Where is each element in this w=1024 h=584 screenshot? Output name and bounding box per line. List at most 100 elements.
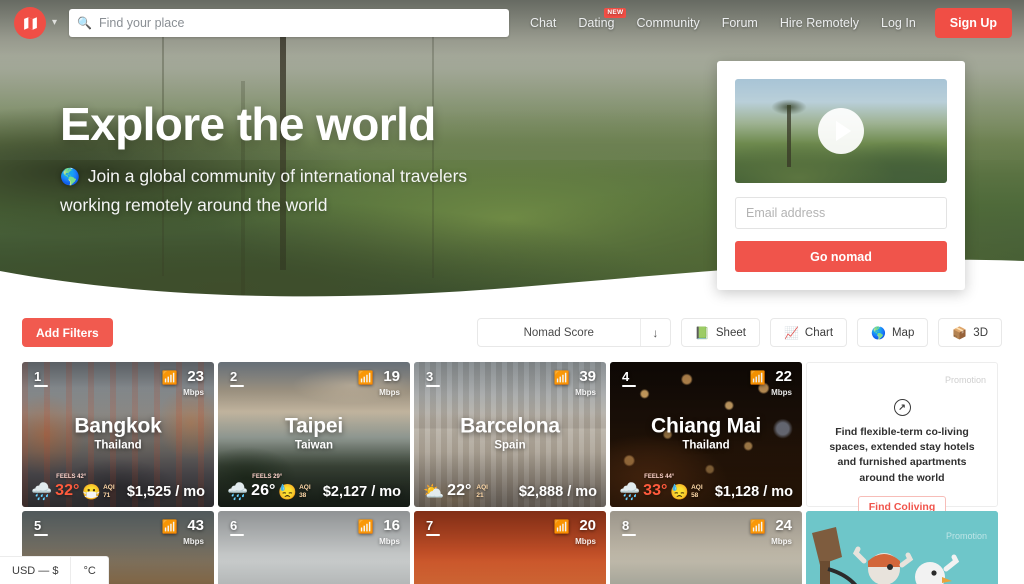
temperature-unit-selector[interactable]: °C [71,557,107,584]
aqi-value: 58 [691,491,699,499]
card-footer: 🌧️ FEELS 29° 26° 😓 AQI 38 $2,127 / mo [227,474,401,500]
view-button-label: Sheet [715,326,746,339]
nav-link-label: Log In [881,16,916,30]
card-internet-speed: 📶 16 Mbps [358,517,400,546]
nav-link-dating[interactable]: Dating NEW [567,8,627,36]
air-quality-group: 😓 AQI 58 [670,484,702,500]
speed-value: 39 [579,368,596,385]
nav-link-forum[interactable]: Forum [711,10,769,36]
card-internet-speed: 📶 19 Mbps [358,368,400,397]
temperature-group: FEELS 29° 26° [251,474,282,500]
city-card-bangkok[interactable]: 1 📶 23 Mbps Bangkok Thailand 🌧️ FEELS 42… [22,362,214,507]
nomadlist-logo-icon[interactable] [14,7,46,39]
card-internet-speed: 📶 23 Mbps [162,368,204,397]
air-quality-group: AQI 21 [474,484,488,500]
city-country: Thailand [94,438,142,451]
promotion-label: Promotion [945,531,987,541]
video-thumbnail[interactable] [735,79,947,183]
currency-selector[interactable]: USD — $ [0,557,70,584]
nav-link-hire-remotely[interactable]: Hire Remotely [769,10,870,36]
aqi-label: AQI [476,484,488,492]
feels-like-label: FEELS 29° [252,474,283,480]
view-button-label: Map [891,326,915,339]
view-sheet-button[interactable]: 📗 Sheet [680,318,760,347]
temperature-group: FEELS 42° 32° [55,474,86,500]
cost-of-living: $2,888 / mo [518,484,597,500]
city-card-chiang-mai[interactable]: 4 📶 22 Mbps Chiang Mai Thailand 🌧️ FEELS… [610,362,802,507]
city-card-barcelona[interactable]: 3 📶 39 Mbps Barcelona Spain ⛅ 22° AQI 21… [414,362,606,507]
nomadlist-page: ▾ 🔍 Chat Dating NEW Community Forum Hire… [0,0,1024,584]
weather-icon: 🌧️ [619,482,641,501]
city-card-taipei[interactable]: 2 📶 19 Mbps Taipei Taiwan 🌧️ FEELS 29° 2… [218,362,410,507]
chevron-down-icon[interactable]: ▾ [52,18,57,28]
city-country: Thailand [682,438,730,451]
card-city-block: Barcelona Spain [414,414,606,451]
play-icon[interactable] [818,108,864,154]
promotion-card-illustration[interactable]: Promotion [806,511,998,584]
city-card-row2-3[interactable]: 7 📶 20 Mbps [414,511,606,584]
aqi-label: AQI [103,484,115,492]
view-chart-button[interactable]: 📈 Chart [769,318,848,347]
search-input[interactable] [98,16,502,30]
add-filters-button[interactable]: Add Filters [22,318,113,347]
nav-link-chat[interactable]: Chat [519,10,567,36]
card-rank: 8 [622,518,637,536]
card-rank: 7 [426,518,441,536]
card-rank: 6 [230,518,245,536]
feels-like-label: FEELS 42° [56,474,87,480]
sort-direction-button[interactable]: ↓ [639,319,670,346]
aqi-text: AQI 71 [103,484,115,500]
speed-value: 19 [383,368,400,385]
speed-value: 16 [383,517,400,534]
card-internet-speed: 📶 39 Mbps [554,368,596,397]
logo-group[interactable]: ▾ [14,7,57,39]
card-weather: ⛅ 22° AQI 21 [423,474,488,501]
nav-link-label: Dating [578,16,615,30]
sign-up-button[interactable]: Sign Up [934,8,1012,38]
feels-like-label: FEELS 44° [644,474,675,480]
promotion-card-coliving[interactable]: Promotion ↗ Find flexible-term co-living… [806,362,998,518]
promotion-label: Promotion [944,375,986,385]
aqi-value: 38 [299,491,307,499]
aqi-icon: 😷 [82,484,102,501]
coliving-icon: ↗ [893,399,911,416]
hero-subtitle-line1: Join a global community of international… [87,166,468,187]
email-field[interactable] [735,197,947,229]
search-bar[interactable]: 🔍 [69,9,510,37]
nav-link-label: Chat [529,16,557,30]
aqi-value: 71 [103,491,111,499]
card-weather: 🌧️ FEELS 42° 32° 😷 AQI 71 [31,474,115,500]
card-rank: 4 [622,369,637,387]
wifi-icon: 📶 [553,370,571,385]
view-map-button[interactable]: 🌎 Map [857,318,929,347]
wifi-icon: 📶 [357,370,375,385]
nav-link-label: Hire Remotely [779,16,860,30]
card-city-block: Taipei Taiwan [218,414,410,451]
city-name: Taipei [285,413,343,437]
card-city-block: Chiang Mai Thailand [610,414,802,451]
card-weather: 🌧️ FEELS 29° 26° 😓 AQI 38 [227,474,311,500]
aqi-icon: 😓 [278,484,298,501]
cost-of-living: $2,127 / mo [322,484,401,500]
go-nomad-button[interactable]: Go nomad [735,241,947,272]
card-footer: 🌧️ FEELS 44° 33° 😓 AQI 58 $1,128 / mo [619,474,793,500]
card-footer: 🌧️ FEELS 42° 32° 😷 AQI 71 $1,525 / mo [31,474,205,500]
bottom-settings-bar: USD — $ °C [0,556,109,584]
speed-unit: Mbps [575,537,596,546]
wifi-icon: 📶 [357,519,375,534]
card-footer: ⛅ 22° AQI 21 $2,888 / mo [423,474,597,501]
sort-by-select[interactable]: Nomad Score [478,319,640,346]
city-card-row2-4[interactable]: 8 📶 24 Mbps [610,511,802,584]
temperature-group: 22° [447,474,471,500]
signup-card: Go nomad [717,61,965,290]
wifi-icon: 📶 [749,370,767,385]
sheet-icon: 📗 [694,325,710,340]
aqi-label: AQI [299,484,311,492]
city-card-row2-2[interactable]: 6 📶 16 Mbps [218,511,410,584]
view-3d-button[interactable]: 📦 3D [938,318,1002,347]
nav-link-log-in[interactable]: Log In [870,10,927,36]
view-controls: Nomad Score ↓ 📗 Sheet 📈 Chart 🌎 Map 📦 3D [476,318,1002,347]
wifi-icon: 📶 [553,519,571,534]
nav-link-community[interactable]: Community [625,10,710,36]
city-name: Bangkok [74,413,162,437]
